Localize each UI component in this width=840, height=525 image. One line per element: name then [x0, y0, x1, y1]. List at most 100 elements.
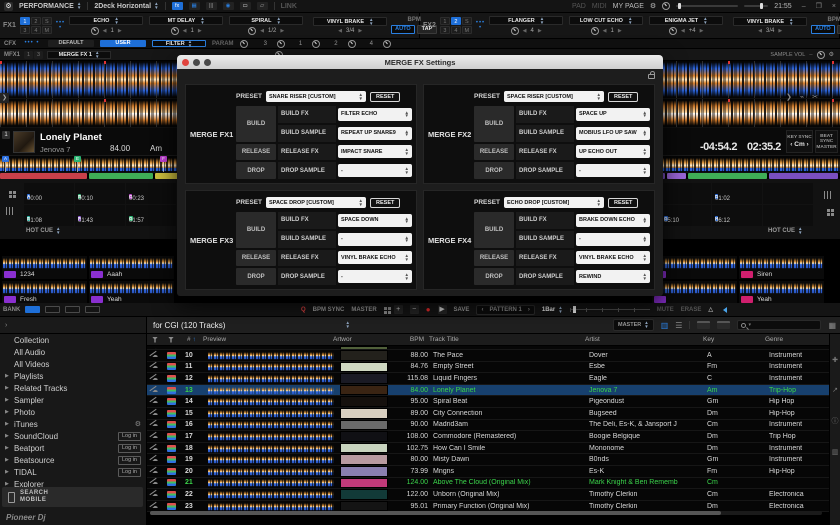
track-row[interactable]: ☁ 16 90.00 Madrid3am The Deli, Es-K, & J…	[147, 420, 829, 432]
fx-assign-button[interactable]: S	[462, 17, 472, 25]
track-preview-waveform[interactable]	[208, 420, 334, 429]
fx-assign-button[interactable]: 4	[451, 26, 461, 34]
maximize-button[interactable]: ❐	[816, 2, 822, 10]
itunes-gear-icon[interactable]: ⚙	[135, 420, 141, 428]
beat-right-arrow[interactable]: ▶	[280, 28, 284, 34]
midi-tab[interactable]: MIDI	[592, 3, 607, 10]
erase-button[interactable]: ERASE	[681, 307, 702, 313]
bank-1-button[interactable]	[25, 306, 40, 313]
pattern-prev-icon[interactable]: ‹	[481, 307, 483, 313]
build-sample-select[interactable]: -▲▼	[338, 233, 412, 246]
fx-knob[interactable]	[511, 27, 519, 35]
fx-knob[interactable]	[591, 27, 599, 35]
beat-right-arrow[interactable]: ▶	[358, 28, 362, 34]
fx-knob[interactable]	[171, 27, 179, 35]
hot-cue-pad[interactable]: D01:02	[712, 183, 762, 204]
sidebar-item[interactable]: ▶ Playlists	[0, 370, 146, 382]
sampler-slot[interactable]	[652, 281, 737, 304]
track-preview-waveform[interactable]	[208, 467, 334, 476]
track-row[interactable]: ☁ 10 88.00 The Pace Dover A Instrument	[147, 350, 829, 362]
sampler-slot[interactable]: 1234	[2, 256, 87, 279]
sampler-slot[interactable]: Yeah	[739, 281, 824, 304]
cfx-knob[interactable]	[312, 40, 320, 48]
sampler-pad[interactable]	[91, 271, 103, 278]
release-fx-select[interactable]: VINYL BRAKE ECHO▲▼	[338, 251, 412, 264]
play-button[interactable]: ▶	[438, 305, 447, 314]
split-screen-icon[interactable]: ▭	[240, 2, 251, 10]
track-preview-waveform[interactable]	[208, 397, 334, 406]
sampler-slot[interactable]: Yeah	[89, 281, 174, 304]
preset-select[interactable]: ECHO DROP [CUSTOM]▲▼	[504, 197, 604, 208]
mode-select[interactable]: PERFORMANCE▲▼	[19, 2, 81, 9]
track-row[interactable]: ☁ 17 108.00 Commodore (Remastered) Boogi…	[147, 431, 829, 443]
pad-grid-icon[interactable]	[827, 209, 830, 212]
hot-cue-pad[interactable]: C00:23	[126, 183, 176, 204]
hot-cue-pad[interactable]: G01:57	[126, 205, 176, 226]
login-button[interactable]: Log in	[118, 456, 141, 465]
sidebar-item[interactable]: All Videos	[0, 358, 146, 370]
link-button[interactable]: LINK	[281, 3, 297, 10]
release-fx-select[interactable]: UP ECHO OUT▲▼	[576, 145, 650, 158]
cfx-user-button[interactable]: USER	[100, 40, 146, 47]
browser-grid-icon[interactable]: ▦	[828, 321, 836, 330]
sequence-position-slider[interactable]	[570, 306, 650, 313]
lock-icon[interactable]	[648, 74, 655, 79]
track-preview-waveform[interactable]	[208, 490, 334, 499]
col-genre[interactable]: Genre	[765, 336, 829, 343]
deck2-pad-mode-select[interactable]: HOT CUE▲▼	[768, 227, 802, 234]
preset-select[interactable]: SPACE DROP [CUSTOM]▲▼	[266, 197, 366, 208]
col-bpm[interactable]: BPM	[385, 336, 429, 343]
tree-arrow-icon[interactable]: ▶	[5, 469, 11, 475]
filter-2-icon[interactable]	[168, 337, 174, 343]
fx-panel-icon[interactable]: fx	[172, 2, 183, 10]
col-number[interactable]: # ↑	[179, 336, 203, 343]
pattern-next-icon[interactable]: ›	[528, 307, 530, 313]
build-fx-select[interactable]: SPACE DOWN▲▼	[338, 214, 412, 227]
mute-button[interactable]: MUTE	[657, 307, 674, 313]
mfx-bank-button[interactable]: 3	[34, 51, 43, 59]
fx-assign-button[interactable]: S	[42, 17, 52, 25]
beat-left-arrow[interactable]: ◀	[338, 28, 342, 34]
fx-assign-button[interactable]: 3	[20, 26, 30, 34]
sampler-slot[interactable]: Siren	[739, 256, 824, 279]
hot-cue-marker[interactable]: E	[74, 156, 81, 162]
release-fx-select[interactable]: VINYL BRAKE▲▼	[313, 17, 387, 26]
deck-load-select[interactable]: MASTER▲▼	[613, 319, 654, 330]
deck2-key-sync[interactable]: KEY SYNC ‹ Cm ›	[786, 130, 813, 153]
fx-select[interactable]: FLANGER▲▼	[489, 16, 563, 25]
mfx-gear-icon[interactable]: ⚙	[829, 51, 834, 58]
sidebar-item[interactable]: ▶ Beatport Log in	[0, 442, 146, 454]
hot-cue-pad[interactable]	[763, 205, 813, 226]
sampler-pad[interactable]	[4, 296, 16, 303]
tree-arrow-icon[interactable]: ▶	[5, 457, 11, 463]
col-artist[interactable]: Artist	[585, 336, 703, 343]
deck2-beat-sync[interactable]: BEAT SYNC MASTER	[815, 130, 838, 153]
keyboard-view-2-icon[interactable]	[717, 321, 730, 329]
pad-grid-icon[interactable]	[384, 307, 387, 310]
fx-assign-button[interactable]: M	[42, 26, 52, 34]
track-preview-waveform[interactable]	[208, 455, 334, 464]
fx-assign-button[interactable]: 1	[440, 17, 450, 25]
hot-cue-pad[interactable]	[661, 183, 711, 204]
preset-select[interactable]: SNARE RISER [CUSTOM]▲▼	[266, 91, 366, 102]
search-mobile-button[interactable]: SEARCHMOBILE	[2, 487, 143, 507]
keyboard-view-icon[interactable]	[697, 321, 710, 329]
cfx-default-button[interactable]: DEFAULT	[48, 40, 94, 47]
fx-assign-button[interactable]: 2	[31, 17, 41, 25]
hot-cue-pad[interactable]: F01:43	[75, 205, 125, 226]
hot-cue-pad[interactable]: G05:10	[661, 205, 711, 226]
beat-right-arrow[interactable]: ▶	[538, 28, 542, 34]
sidebar-item[interactable]: ▶ Related Tracks	[0, 382, 146, 394]
dialog-titlebar[interactable]: MERGE FX Settings	[177, 55, 663, 69]
fx-assign-button[interactable]: 1	[20, 17, 30, 25]
col-title[interactable]: Track Title	[429, 336, 585, 343]
headphone-slider[interactable]	[744, 5, 768, 7]
login-button[interactable]: Log in	[118, 468, 141, 477]
reset-button[interactable]: RESET	[608, 92, 638, 102]
filter-icon[interactable]	[152, 337, 158, 343]
track-row[interactable]: ☁ 22 122.00 Unborn (Original Mix) Timoth…	[147, 489, 829, 501]
rail-icon[interactable]: ▥	[832, 448, 839, 456]
fx-select[interactable]: MT DELAY▲▼	[149, 16, 223, 25]
drop-sample-select[interactable]: -▲▼	[338, 164, 412, 177]
tree-arrow-icon[interactable]: ▶	[5, 421, 11, 427]
